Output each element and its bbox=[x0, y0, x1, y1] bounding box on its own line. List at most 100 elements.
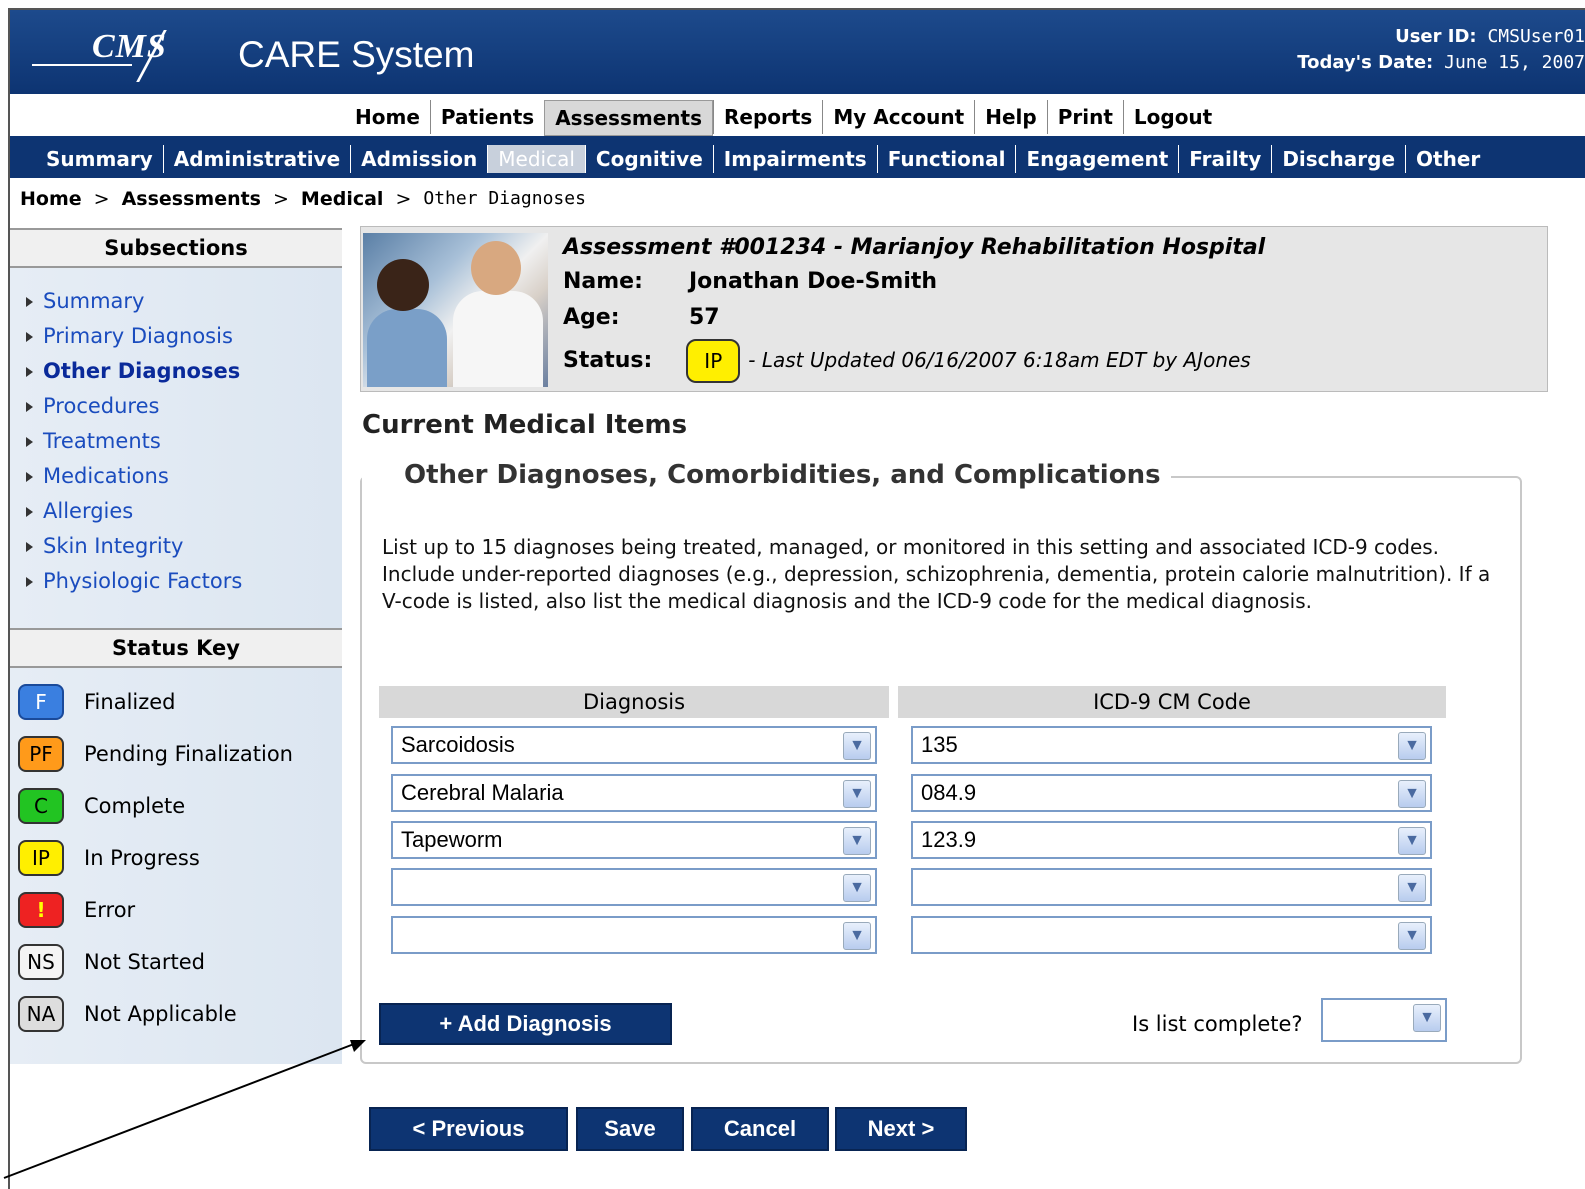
subsection-skin-integrity[interactable]: Skin Integrity bbox=[26, 529, 342, 564]
group-legend: Other Diagnoses, Comorbidities, and Comp… bbox=[362, 460, 1171, 490]
triangle-right-icon bbox=[26, 576, 33, 587]
name-label: Name: bbox=[563, 269, 643, 294]
patient-photo bbox=[363, 233, 548, 387]
status-key-label: Finalized bbox=[84, 690, 176, 714]
list-complete-label: Is list complete? bbox=[1132, 1012, 1303, 1036]
top-nav-assessments[interactable]: Assessments bbox=[544, 100, 713, 136]
breadcrumb-assessments[interactable]: Assessments bbox=[122, 188, 261, 210]
tab-admission[interactable]: Admission bbox=[350, 145, 487, 173]
logo-underline bbox=[32, 64, 132, 66]
tab-medical[interactable]: Medical bbox=[487, 145, 585, 173]
subsection-treatments[interactable]: Treatments bbox=[26, 424, 342, 459]
icd9-select[interactable]: ▼ bbox=[911, 916, 1432, 954]
assessment-info: Assessment #001234 - Marianjoy Rehabilit… bbox=[360, 226, 1548, 392]
triangle-right-icon bbox=[26, 401, 33, 412]
tab-engagement[interactable]: Engagement bbox=[1015, 145, 1178, 173]
chevron-down-icon: ▼ bbox=[843, 827, 871, 855]
tab-other[interactable]: Other bbox=[1405, 145, 1490, 173]
tab-summary[interactable]: Summary bbox=[36, 145, 163, 173]
chevron-down-icon: ▼ bbox=[843, 780, 871, 808]
status-label: Status: bbox=[563, 348, 653, 373]
previous-button[interactable]: < Previous bbox=[369, 1107, 568, 1151]
triangle-right-icon bbox=[26, 506, 33, 517]
save-button[interactable]: Save bbox=[576, 1107, 684, 1151]
status-key-label: In Progress bbox=[84, 846, 200, 870]
icd9-value: 084.9 bbox=[921, 780, 977, 805]
subsection-primary-diagnosis[interactable]: Primary Diagnosis bbox=[26, 319, 342, 354]
user-id: CMSUser01 bbox=[1487, 26, 1585, 47]
diagnosis-select[interactable]: Cerebral Malaria ▼ bbox=[391, 774, 877, 812]
breadcrumb-medical[interactable]: Medical bbox=[301, 188, 384, 210]
breadcrumb-home[interactable]: Home bbox=[20, 188, 82, 210]
status-badge-c: C bbox=[18, 788, 64, 824]
icd9-select[interactable]: 135 ▼ bbox=[911, 726, 1432, 764]
chevron-down-icon: ▼ bbox=[843, 874, 871, 902]
subsection-summary[interactable]: Summary bbox=[26, 284, 342, 319]
cancel-button[interactable]: Cancel bbox=[691, 1107, 829, 1151]
triangle-right-icon bbox=[26, 541, 33, 552]
icd9-value: 123.9 bbox=[921, 827, 977, 852]
subsection-allergies[interactable]: Allergies bbox=[26, 494, 342, 529]
status-key-heading: Status Key bbox=[10, 628, 342, 668]
section-title: Current Medical Items bbox=[362, 410, 688, 440]
status-key-label: Pending Finalization bbox=[84, 742, 293, 766]
subsection-label: Procedures bbox=[43, 394, 160, 418]
subsection-procedures[interactable]: Procedures bbox=[26, 389, 342, 424]
status-badge-pf: PF bbox=[18, 736, 64, 772]
diagnosis-select[interactable]: ▼ bbox=[391, 916, 877, 954]
status-key-label: Error bbox=[84, 898, 136, 922]
diagnosis-select[interactable]: Tapeworm ▼ bbox=[391, 821, 877, 859]
subsection-label: Physiologic Factors bbox=[43, 569, 243, 593]
breadcrumb: Home > Assessments > Medical > Other Dia… bbox=[20, 188, 586, 210]
subsection-other-diagnoses[interactable]: Other Diagnoses bbox=[26, 354, 342, 389]
icd9-select[interactable]: ▼ bbox=[911, 868, 1432, 906]
subsection-label: Allergies bbox=[43, 499, 134, 523]
status-key-item: NS Not Started bbox=[18, 936, 293, 988]
instructions-text: List up to 15 diagnoses being treated, m… bbox=[382, 535, 1491, 613]
breadcrumb-separator: > bbox=[273, 188, 289, 210]
date-label: Today's Date: bbox=[1297, 52, 1434, 73]
subsection-label: Treatments bbox=[43, 429, 161, 453]
icd9-select[interactable]: 123.9 ▼ bbox=[911, 821, 1432, 859]
status-row: Status: IP - Last Updated 06/16/2007 6:18a… bbox=[563, 339, 1251, 383]
chevron-down-icon: ▼ bbox=[843, 732, 871, 760]
patient-name-row: Name: Jonathan Doe-Smith bbox=[563, 269, 937, 294]
subsection-medications[interactable]: Medications bbox=[26, 459, 342, 494]
status-key-item: C Complete bbox=[18, 780, 293, 832]
icd9-column-header: ICD-9 CM Code bbox=[898, 686, 1446, 718]
subsection-label: Summary bbox=[43, 289, 145, 313]
subsection-physiologic-factors[interactable]: Physiologic Factors bbox=[26, 564, 342, 599]
subsection-list: Summary Primary Diagnosis Other Diagnose… bbox=[10, 268, 342, 599]
add-diagnosis-button[interactable]: + Add Diagnosis bbox=[379, 1003, 672, 1045]
top-nav: Home Patients Assessments Reports My Acc… bbox=[10, 94, 1585, 139]
next-button[interactable]: Next > bbox=[835, 1107, 967, 1151]
subsections-heading: Subsections bbox=[10, 228, 342, 268]
diagnosis-select[interactable]: Sarcoidosis ▼ bbox=[391, 726, 877, 764]
list-complete-select[interactable]: ▼ bbox=[1321, 998, 1447, 1042]
tab-functional[interactable]: Functional bbox=[876, 145, 1016, 173]
top-nav-reports[interactable]: Reports bbox=[712, 100, 822, 134]
top-nav-help[interactable]: Help bbox=[974, 100, 1046, 134]
tab-frailty[interactable]: Frailty bbox=[1178, 145, 1271, 173]
assessment-tabs: Summary Administrative Admission Medical… bbox=[10, 139, 1585, 178]
assessment-title: Assessment #001234 - Marianjoy Rehabilit… bbox=[563, 235, 1266, 260]
top-nav-patients[interactable]: Patients bbox=[429, 100, 544, 134]
triangle-right-icon bbox=[26, 471, 33, 482]
tab-administrative[interactable]: Administrative bbox=[162, 145, 350, 173]
breadcrumb-separator: > bbox=[395, 188, 412, 210]
tab-discharge[interactable]: Discharge bbox=[1271, 145, 1405, 173]
breadcrumb-current: Other Diagnoses bbox=[423, 188, 586, 209]
tab-impairments[interactable]: Impairments bbox=[712, 145, 877, 173]
triangle-right-icon bbox=[26, 296, 33, 307]
top-nav-home[interactable]: Home bbox=[345, 100, 430, 134]
top-nav-my-account[interactable]: My Account bbox=[822, 100, 974, 134]
tab-cognitive[interactable]: Cognitive bbox=[584, 145, 713, 173]
chevron-down-icon: ▼ bbox=[1398, 922, 1426, 950]
top-nav-logout[interactable]: Logout bbox=[1122, 100, 1222, 134]
diagnosis-select[interactable]: ▼ bbox=[391, 868, 877, 906]
icd9-select[interactable]: 084.9 ▼ bbox=[911, 774, 1432, 812]
triangle-right-icon bbox=[26, 331, 33, 342]
subsection-label: Medications bbox=[43, 464, 169, 488]
top-nav-print[interactable]: Print bbox=[1046, 100, 1123, 134]
breadcrumb-separator: > bbox=[93, 188, 110, 210]
